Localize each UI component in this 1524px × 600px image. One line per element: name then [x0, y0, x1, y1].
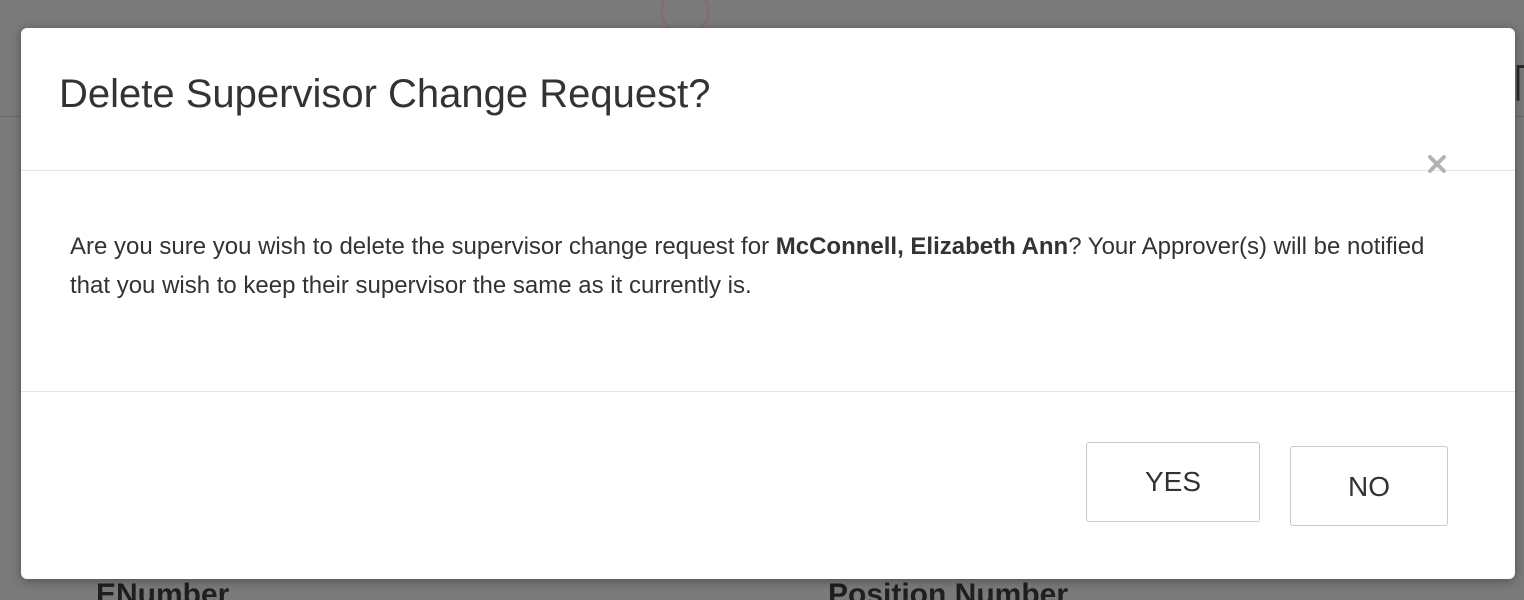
no-button[interactable]: NO: [1290, 446, 1448, 526]
dialog-title: Delete Supervisor Change Request?: [59, 72, 711, 116]
employee-name: McConnell, Elizabeth Ann: [775, 233, 1069, 260]
message-text-before: Are you sure you wish to delete the supe…: [70, 233, 776, 260]
background-enumber-label: ENumber: [96, 578, 230, 600]
yes-button[interactable]: YES: [1086, 442, 1260, 522]
dialog-header: Delete Supervisor Change Request?: [21, 28, 1515, 173]
background-position-number-label: Position Number: [828, 578, 1069, 600]
background-edge-glyph: ⎡: [1514, 67, 1524, 100]
delete-request-dialog: Delete Supervisor Change Request? Are yo…: [21, 28, 1515, 579]
confirmation-message: Are you sure you wish to delete the supe…: [70, 227, 1470, 305]
dialog-body: Are you sure you wish to delete the supe…: [21, 171, 1515, 392]
